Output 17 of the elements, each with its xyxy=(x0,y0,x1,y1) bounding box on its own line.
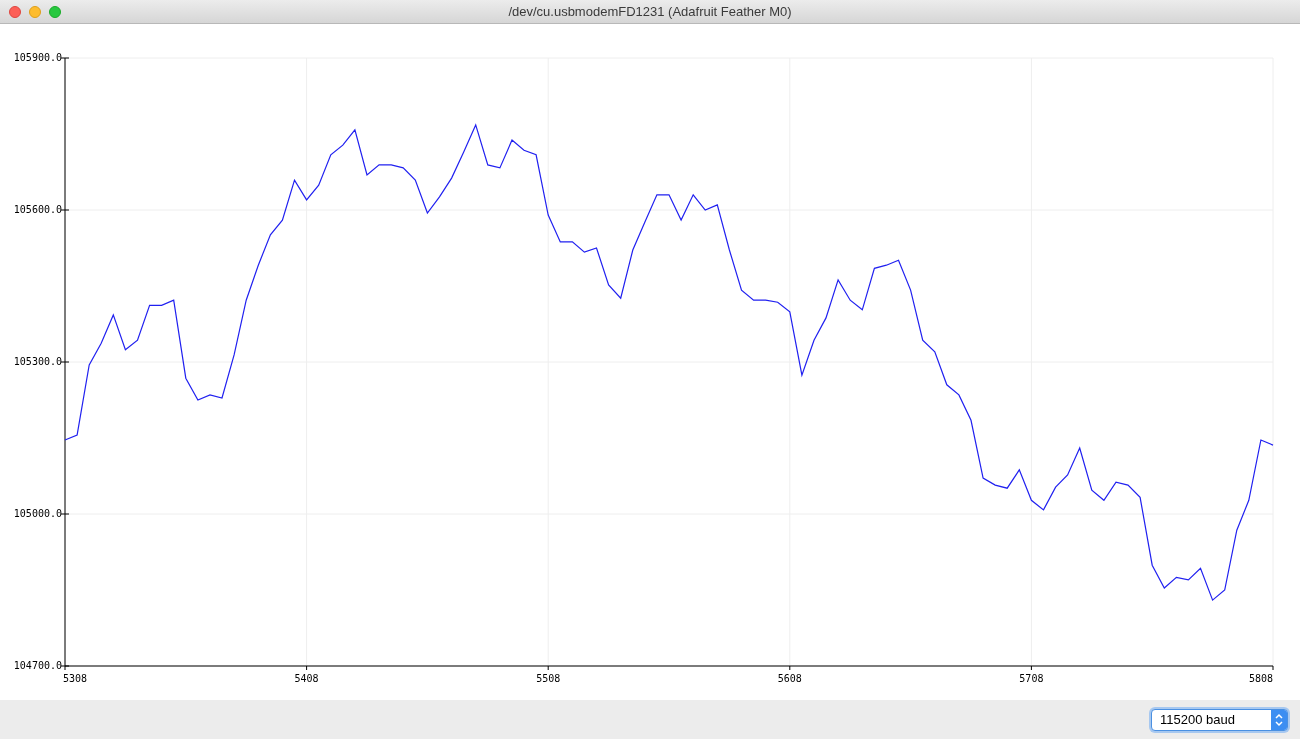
x-tick-label: 5808 xyxy=(1248,673,1273,684)
window-title: /dev/cu.usbmodemFD1231 (Adafruit Feather M0) xyxy=(508,2,792,21)
x-tick-label: 5508 xyxy=(536,673,561,684)
y-tick-label: 105600.0 xyxy=(13,204,62,215)
minimize-button[interactable] xyxy=(29,5,41,18)
x-tick-label: 5408 xyxy=(294,673,319,684)
y-tick-label: 105000.0 xyxy=(13,508,62,519)
x-tick-label: 5708 xyxy=(1019,673,1044,684)
x-tick-label: 5308 xyxy=(63,673,88,684)
zoom-button[interactable] xyxy=(49,5,61,18)
y-tick-label: 104700.0 xyxy=(13,660,62,671)
y-tick-label: 105300.0 xyxy=(13,356,62,367)
baud-dropdown[interactable]: 115200 baud xyxy=(1151,708,1288,731)
x-tick-label: 5608 xyxy=(777,673,802,684)
y-tick-label: 105900.0 xyxy=(13,52,62,63)
chevron-icon xyxy=(1271,709,1287,730)
close-button[interactable] xyxy=(9,5,21,18)
